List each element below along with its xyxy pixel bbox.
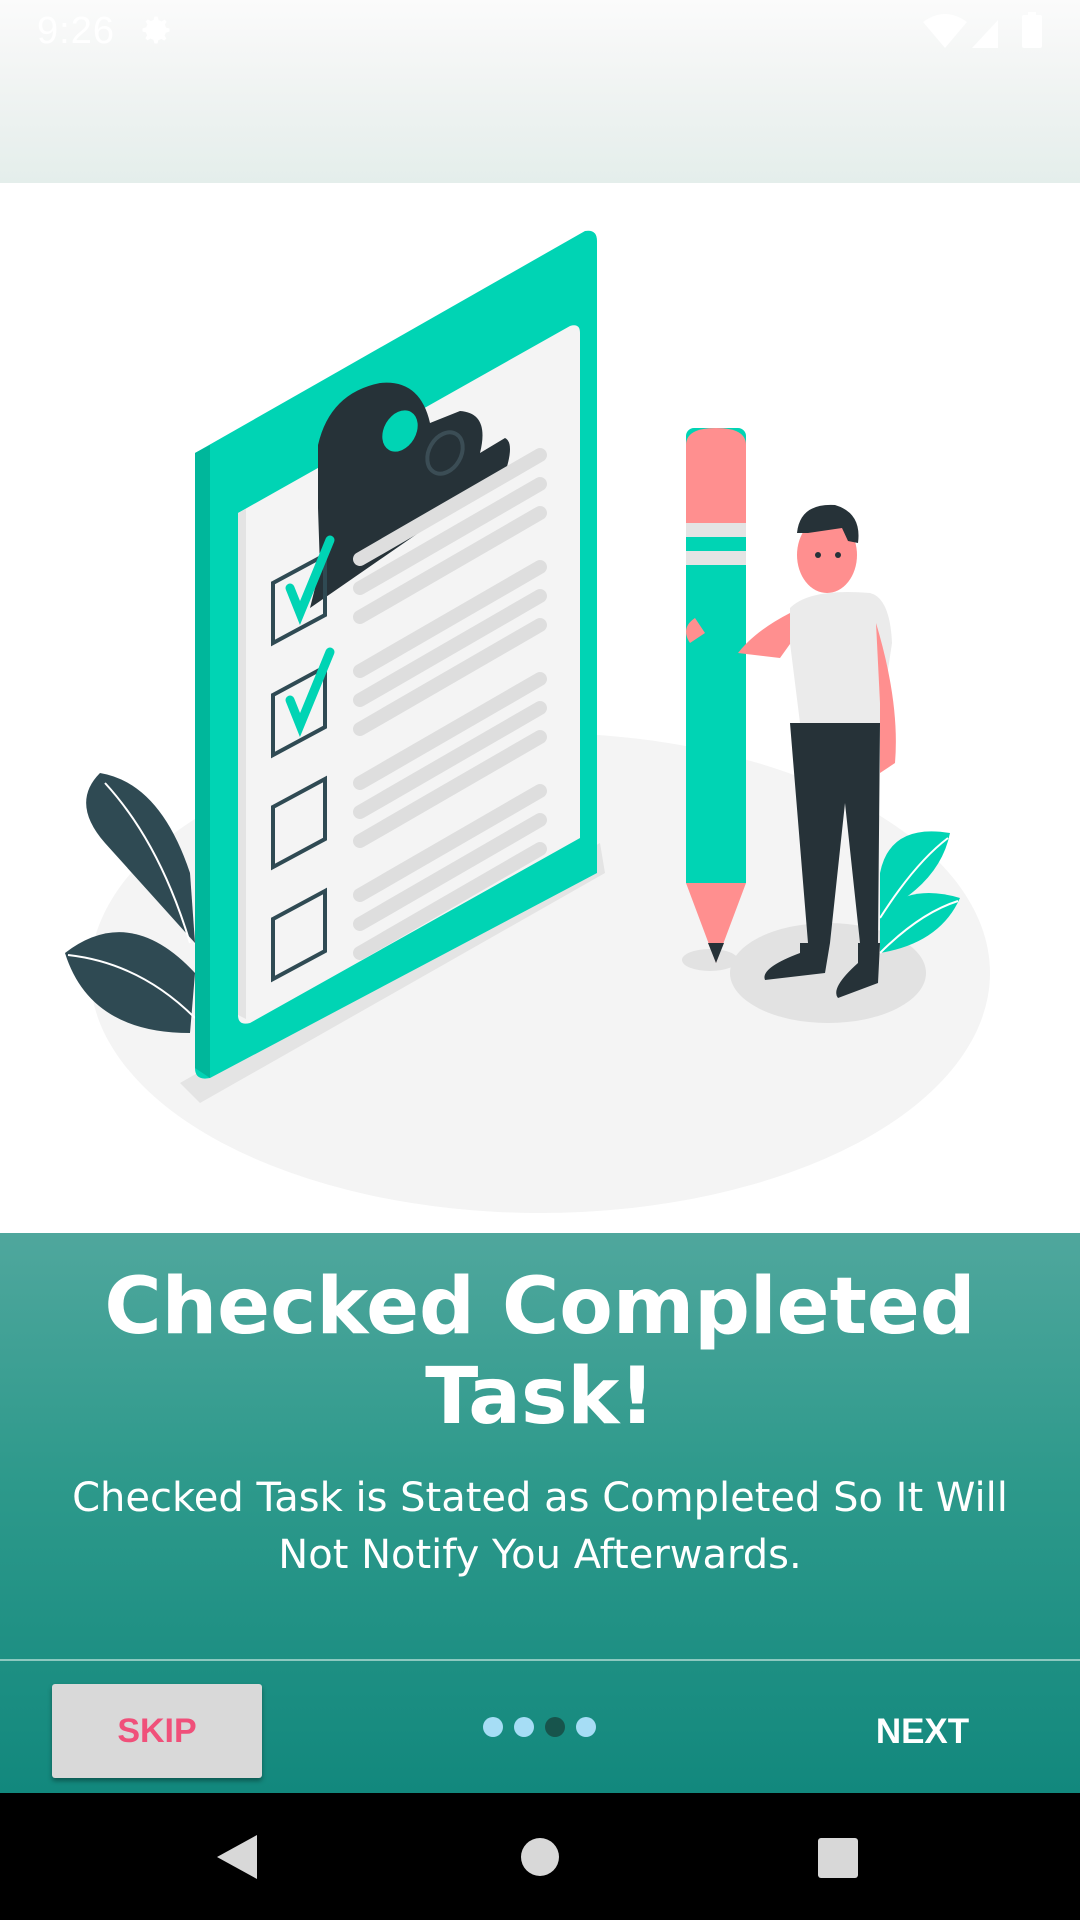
back-icon[interactable] [215, 1833, 259, 1881]
next-button[interactable]: NEXT [850, 1698, 995, 1766]
page-description: Checked Task is Stated as Completed So I… [72, 1475, 1008, 1578]
footer-divider [0, 1659, 1080, 1661]
battery-icon [1022, 12, 1042, 48]
page-dot-2[interactable] [514, 1717, 534, 1737]
status-time: 9:26 [37, 10, 115, 52]
recent-apps-icon[interactable] [818, 1838, 858, 1878]
clipboard-checklist-illustration [65, 230, 990, 1213]
wifi-icon [923, 14, 967, 48]
page-dot-3-active[interactable] [545, 1717, 565, 1737]
home-icon[interactable] [521, 1838, 559, 1876]
status-bar: 9:26 [0, 0, 1080, 183]
page-title: Checked Completed Task! [104, 1262, 976, 1442]
page-dot-1[interactable] [483, 1717, 503, 1737]
onboarding-illustration [0, 183, 1080, 1233]
page-dot-4[interactable] [576, 1717, 596, 1737]
page-indicator [483, 1717, 596, 1739]
gear-icon [142, 16, 170, 44]
signal-icon [972, 20, 998, 48]
skip-button[interactable]: SKIP [52, 1684, 262, 1778]
